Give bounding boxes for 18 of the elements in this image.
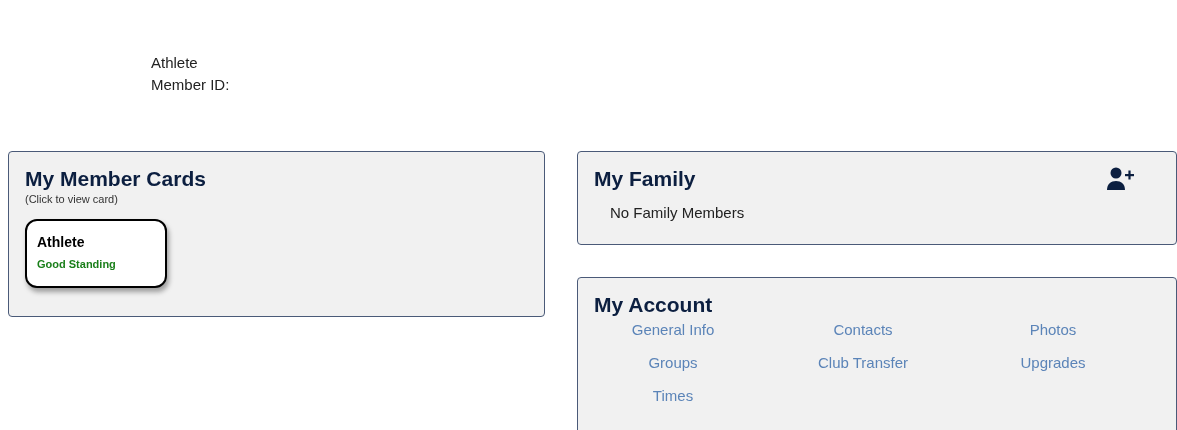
account-link[interactable]: Groups [648,352,698,374]
card-title: Athlete [37,233,86,251]
member-id-label: Member ID: [151,75,230,95]
account-link[interactable]: Upgrades [1020,352,1086,374]
account-link[interactable]: Photos [1029,319,1077,341]
account-link[interactable]: General Info [631,319,715,341]
account-link[interactable]: Contacts [833,319,893,341]
hint-text: (Click to view card) [25,192,118,206]
add-user-icon[interactable] [1107,167,1135,191]
panel-title: My Account [594,292,713,318]
account-link[interactable]: Club Transfer [817,352,908,374]
panel-title: My Family [594,166,696,192]
empty-text: No Family Members [610,203,745,223]
account-link[interactable]: Times [652,385,694,407]
panel-title: My Member Cards [25,166,206,192]
member-card[interactable]: Athlete Good Standing [25,219,167,288]
status-text: Good Standing [37,257,117,272]
role-text: Athlete [151,53,198,73]
